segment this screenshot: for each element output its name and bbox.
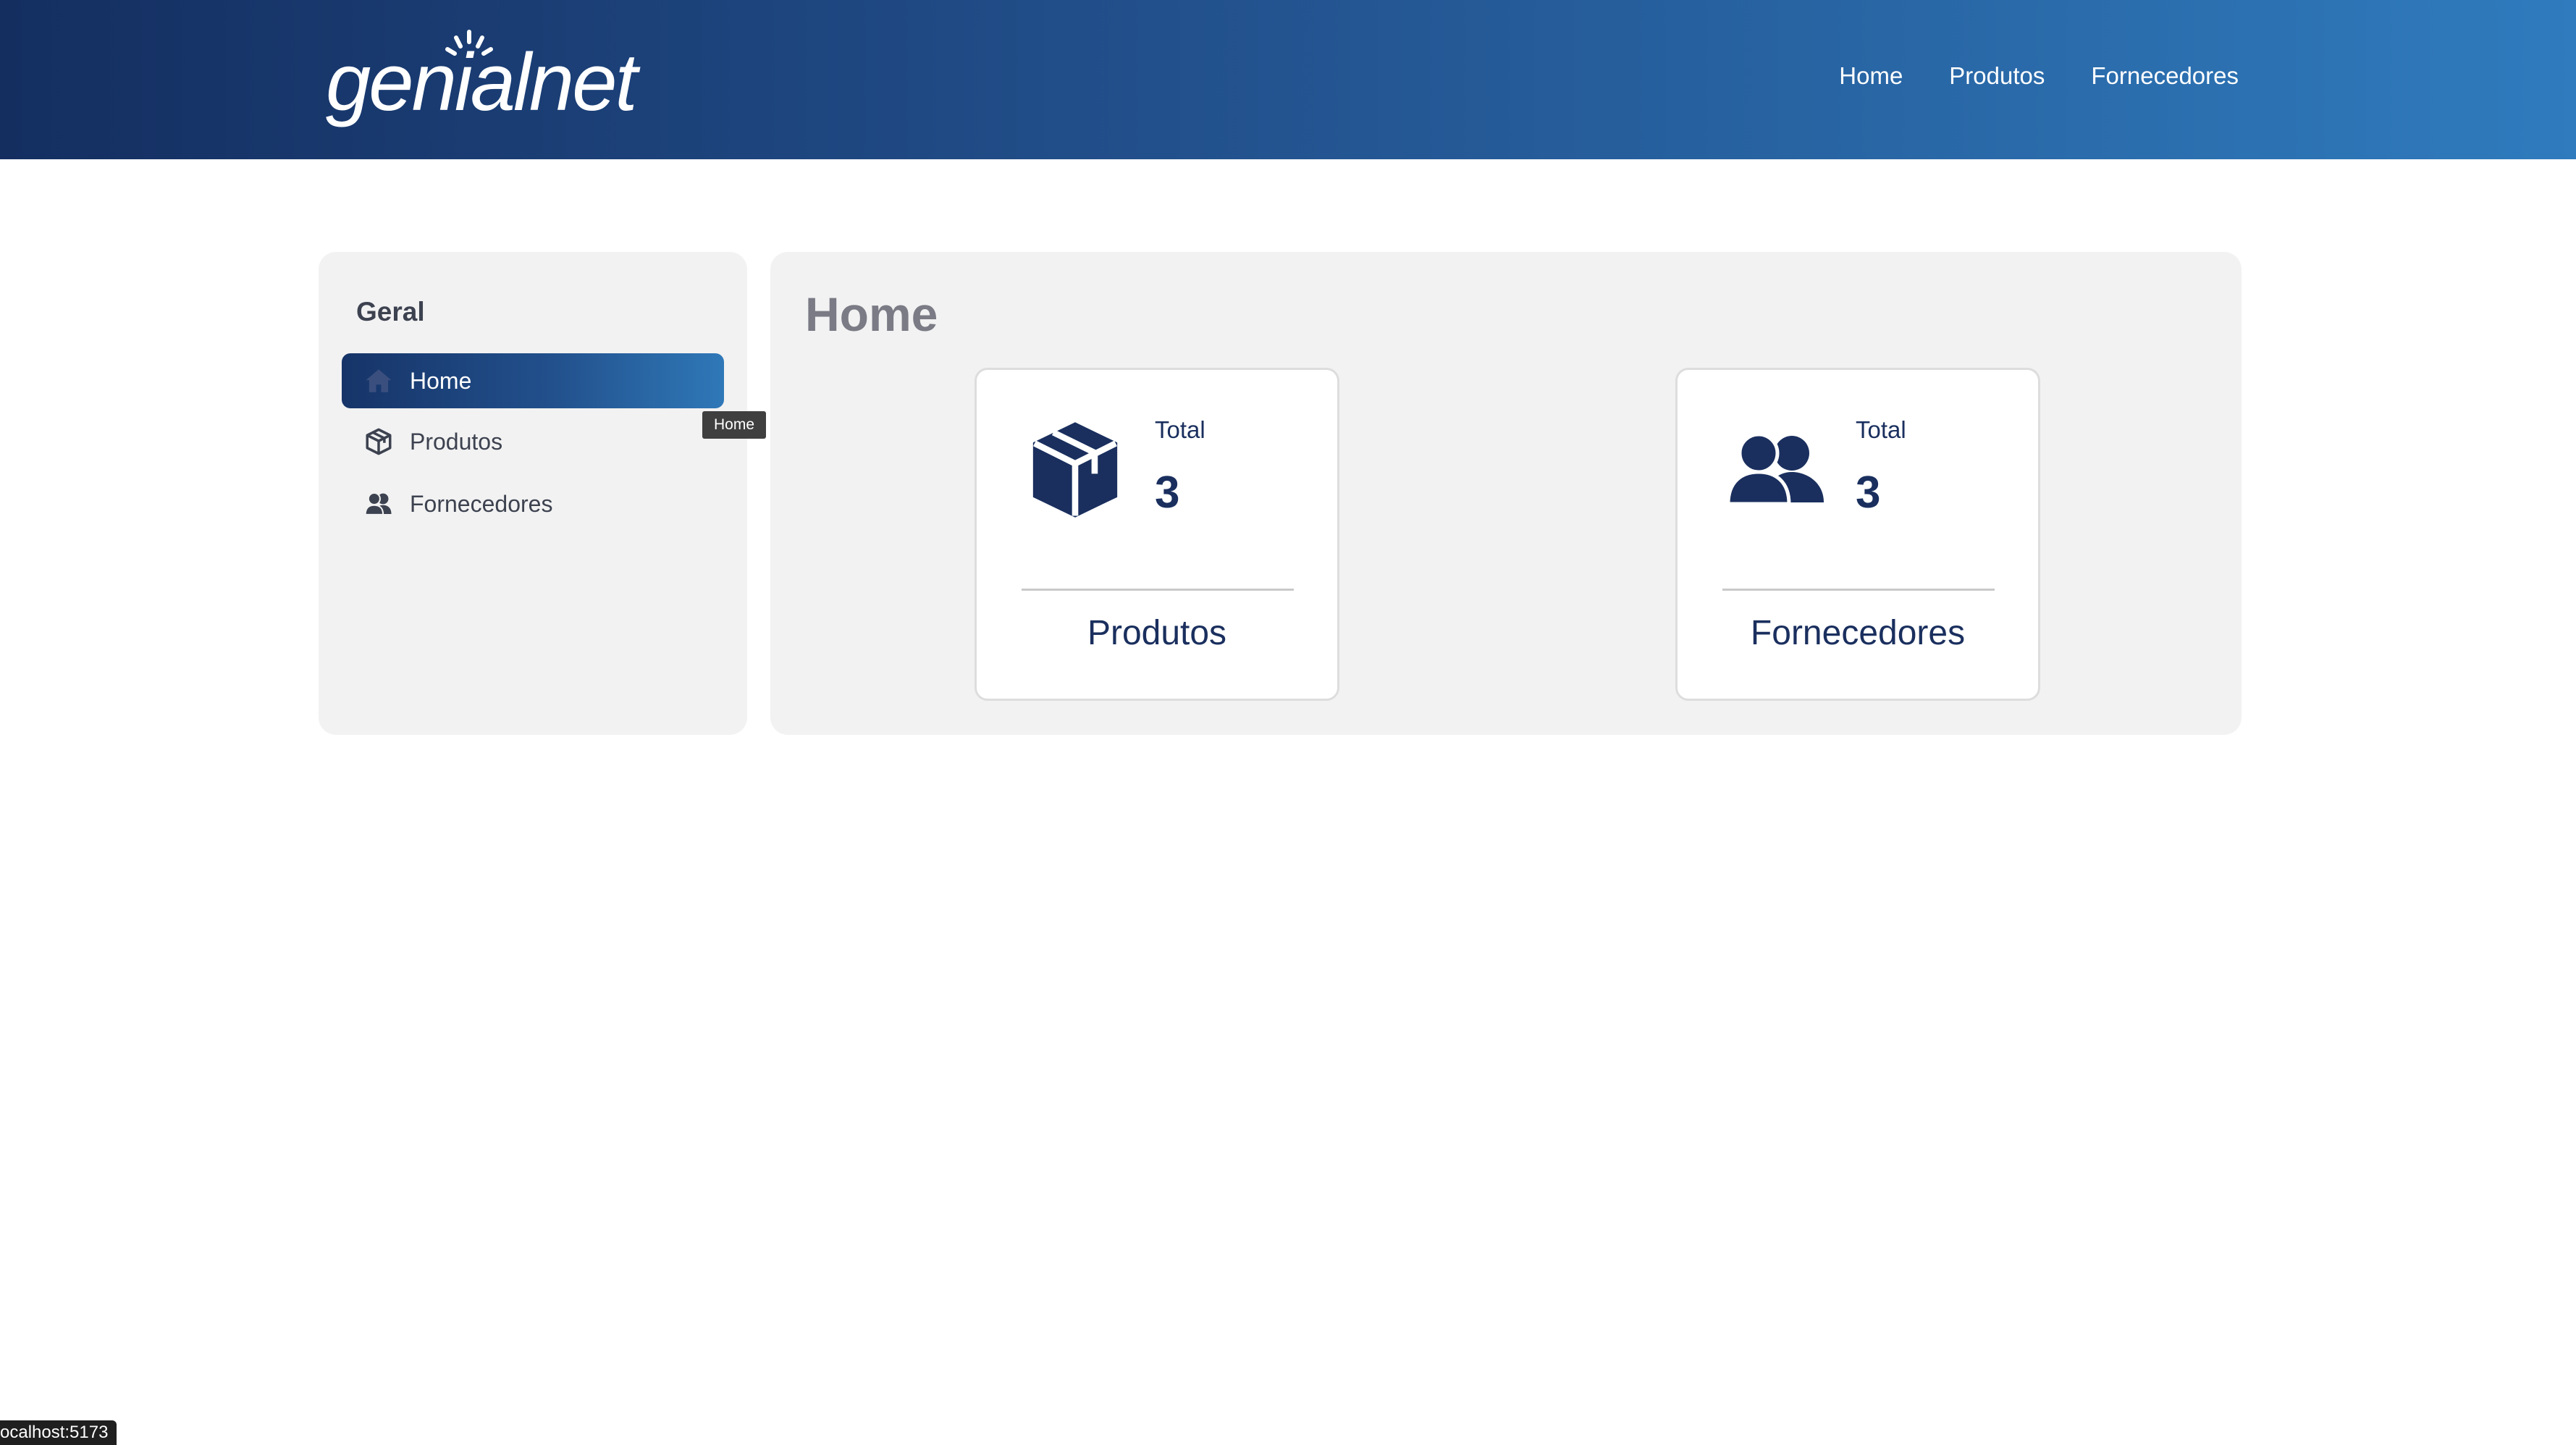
- card-label: Fornecedores: [1750, 614, 1966, 652]
- sidebar-item-fornecedores[interactable]: Fornecedores: [342, 476, 724, 531]
- sidebar-item-home[interactable]: Home: [342, 353, 724, 408]
- sidebar-item-label: Fornecedores: [410, 490, 553, 517]
- page-title: Home: [805, 287, 938, 341]
- total-value: 3: [1155, 468, 1180, 518]
- top-header: genialnet Home Produtos Fornecedores: [0, 0, 2576, 159]
- sidebar: Geral Home Produtos Fornecedores: [319, 252, 747, 735]
- svg-text:genialnet: genialnet: [326, 37, 641, 127]
- top-nav-home[interactable]: Home: [1839, 62, 1903, 90]
- sidebar-item-label: Home: [410, 367, 472, 394]
- home-tooltip: Home: [702, 411, 766, 439]
- top-nav: Home Produtos Fornecedores: [1839, 0, 2239, 152]
- users-icon: [363, 489, 394, 519]
- total-value: 3: [1856, 468, 1881, 518]
- users-icon: [1725, 419, 1827, 521]
- home-icon: [363, 366, 394, 396]
- box-icon: [363, 426, 394, 457]
- fornecedores-card[interactable]: Total 3 Fornecedores: [1675, 368, 2040, 701]
- top-nav-fornecedores[interactable]: Fornecedores: [2091, 62, 2239, 90]
- main-panel: Home Total 3 Produtos Total 3 Fornecedor…: [770, 252, 2242, 735]
- box-icon: [1024, 419, 1126, 521]
- top-nav-produtos[interactable]: Produtos: [1949, 62, 2045, 90]
- produtos-card[interactable]: Total 3 Produtos: [975, 368, 1339, 701]
- total-label: Total: [1856, 416, 1906, 443]
- sidebar-item-produtos[interactable]: Produtos: [342, 414, 724, 469]
- card-label: Produtos: [1087, 614, 1227, 652]
- logo-graphic: genialnet: [326, 30, 643, 127]
- genialnet-logo[interactable]: genialnet: [321, 20, 654, 136]
- status-bar-url: ocalhost:5173: [0, 1420, 117, 1445]
- total-label: Total: [1155, 416, 1205, 443]
- card-divider: [1022, 589, 1294, 591]
- sidebar-item-label: Produtos: [410, 428, 503, 455]
- card-divider: [1722, 589, 1995, 591]
- sidebar-heading: Geral: [356, 297, 425, 327]
